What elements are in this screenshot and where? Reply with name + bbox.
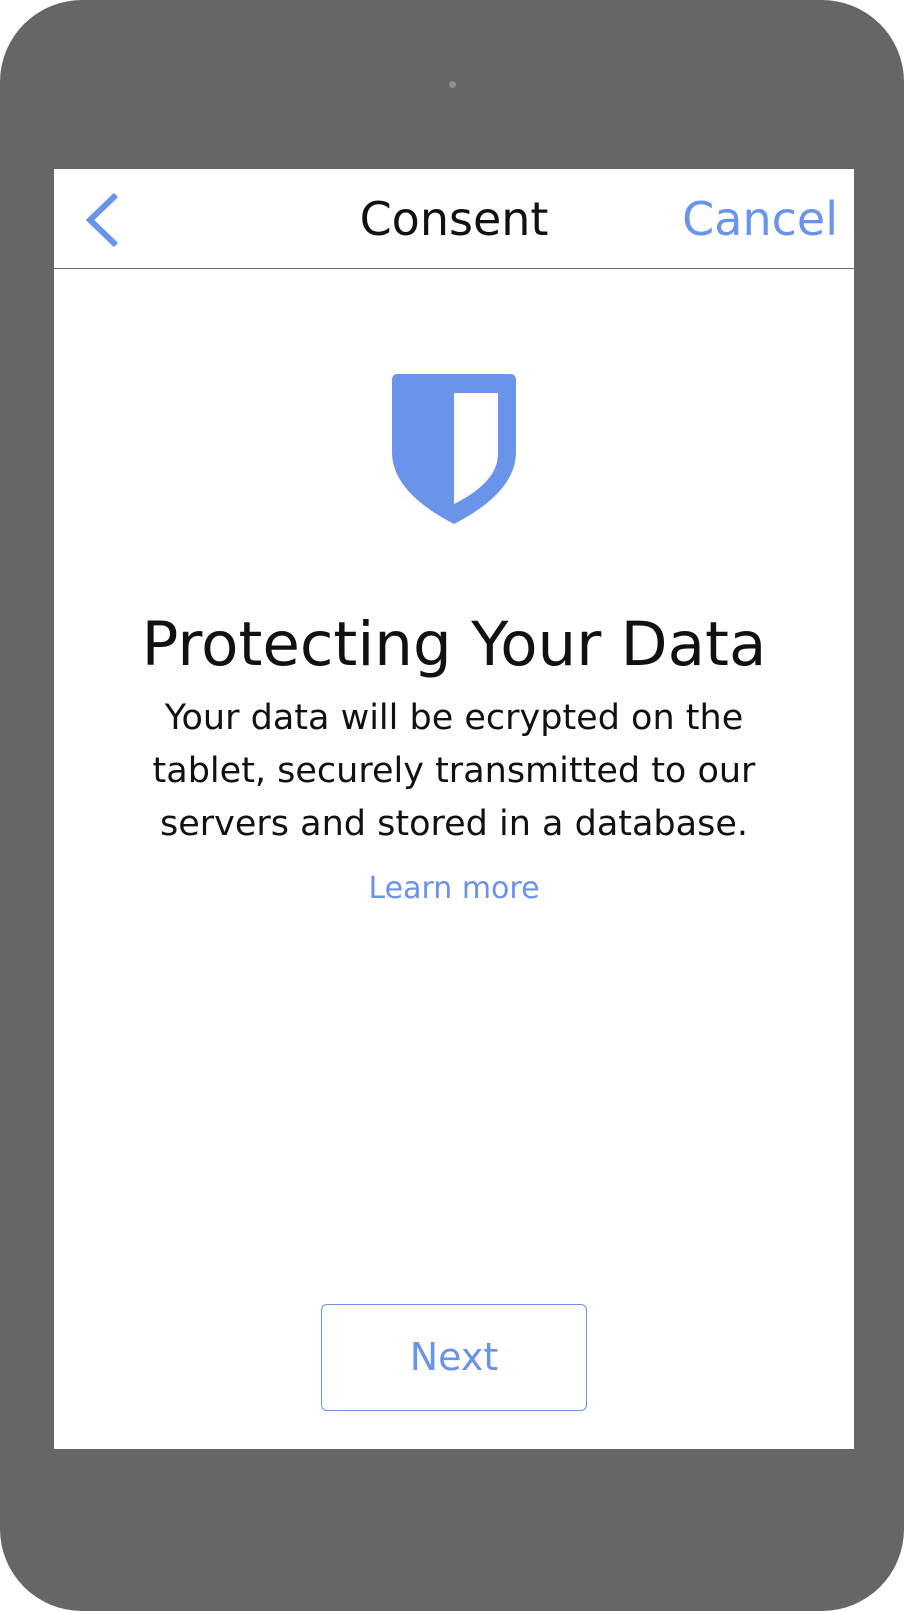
description-text: Your data will be ecrypted on the tablet… [152, 698, 756, 844]
shield-icon [392, 374, 516, 524]
back-button[interactable] [78, 189, 138, 249]
page-title: Consent [359, 192, 549, 246]
cancel-button[interactable]: Cancel [682, 189, 838, 249]
camera-dot [449, 81, 456, 88]
learn-more-link[interactable]: Learn more [304, 869, 604, 909]
navigation-bar: Consent Cancel [54, 169, 854, 269]
chevron-left-icon [85, 192, 119, 248]
headline: Protecting Your Data [141, 609, 767, 680]
device-frame: Consent Cancel Protecting Your Data Your… [0, 0, 904, 1611]
screen: Consent Cancel Protecting Your Data Your… [54, 169, 854, 1449]
next-button[interactable]: Next [321, 1304, 587, 1411]
